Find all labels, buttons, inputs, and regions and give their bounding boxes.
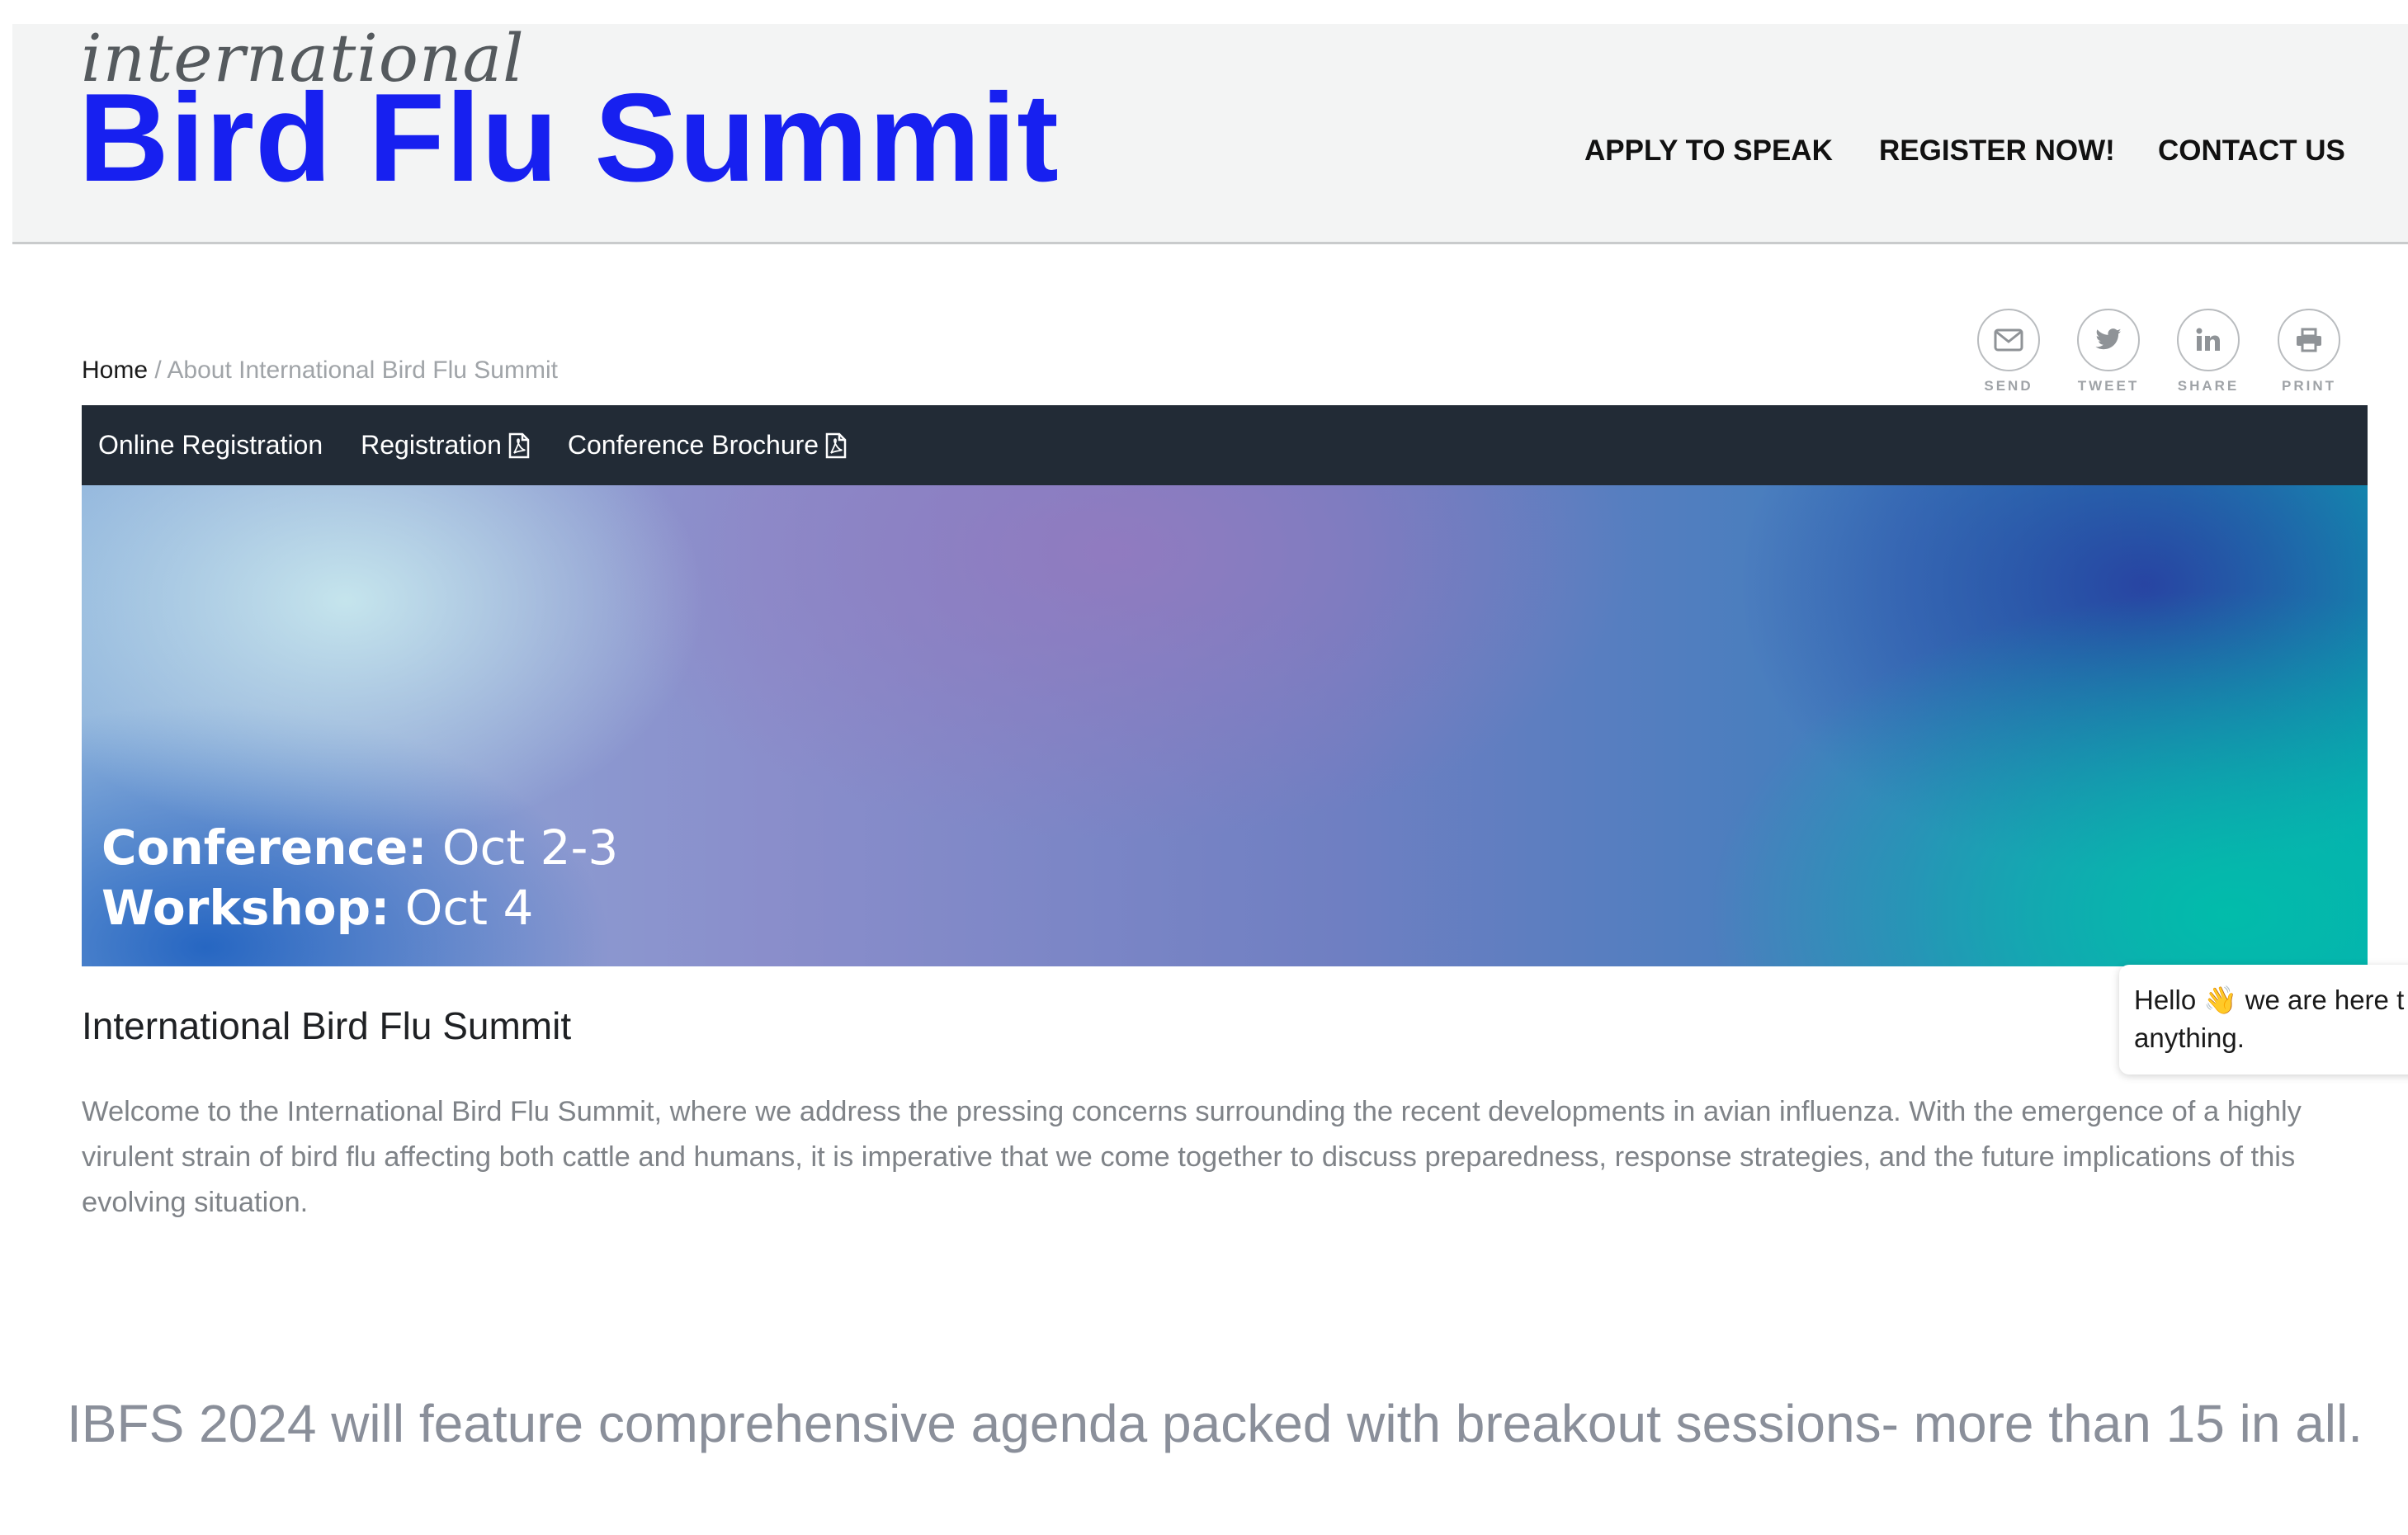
hero-workshop-dates: Workshop: Oct 4 xyxy=(102,880,533,936)
pdf-icon xyxy=(825,432,847,458)
chat-line2: anything. xyxy=(2134,1023,2245,1053)
share-tweet-button[interactable]: TWEET xyxy=(2075,309,2141,394)
envelope-icon xyxy=(1977,309,2040,371)
chat-line1-start: Hello xyxy=(2134,985,2204,1015)
subnav-conference-brochure-label: Conference Brochure xyxy=(567,430,819,460)
hero-banner: Conference: Oct 2-3 Workshop: Oct 4 xyxy=(82,485,2368,966)
subnav-online-registration-label: Online Registration xyxy=(98,430,323,460)
subnav-registration-label: Registration xyxy=(361,430,502,460)
logo-title[interactable]: Bird Flu Summit xyxy=(78,75,1060,201)
hero-workshop-label: Workshop: xyxy=(102,880,390,936)
linkedin-icon xyxy=(2177,309,2240,371)
hero-workshop-value: Oct 4 xyxy=(390,880,534,936)
share-print-label: PRINT xyxy=(2282,378,2336,394)
intro-paragraph: Welcome to the International Bird Flu Su… xyxy=(82,1096,2302,1218)
hero-conference-label: Conference: xyxy=(102,819,427,876)
subnav-conference-brochure[interactable]: Conference Brochure xyxy=(568,430,847,460)
share-print-button[interactable]: PRINT xyxy=(2276,309,2342,394)
chat-widget-bubble[interactable]: Hello 👋 we are here t anything. xyxy=(2119,965,2408,1074)
tagline: IBFS 2024 will feature comprehensive age… xyxy=(67,1394,2363,1453)
share-tweet-label: TWEET xyxy=(2077,378,2140,394)
nav-register-now[interactable]: REGISTER NOW! xyxy=(1879,135,2115,168)
page-title: International Bird Flu Summit xyxy=(82,1004,572,1047)
breadcrumb: Home / About International Bird Flu Summ… xyxy=(82,357,558,385)
breadcrumb-separator: / xyxy=(148,357,168,384)
share-linkedin-label: SHARE xyxy=(2177,378,2240,394)
printer-icon xyxy=(2278,309,2340,371)
hero-conference-value: Oct 2-3 xyxy=(427,819,619,876)
breadcrumb-current: About International Bird Flu Summit xyxy=(167,357,558,384)
twitter-icon xyxy=(2077,309,2140,371)
share-send-label: SEND xyxy=(1984,378,2033,394)
waving-hand-icon: 👋 xyxy=(2203,985,2238,1015)
subnav-registration[interactable]: Registration xyxy=(361,430,530,460)
sub-navigation: Online Registration Registration Confere… xyxy=(82,405,2368,485)
share-send-button[interactable]: SEND xyxy=(1976,309,2042,394)
subnav-online-registration[interactable]: Online Registration xyxy=(98,430,323,460)
breadcrumb-home-link[interactable]: Home xyxy=(82,357,148,384)
nav-contact-us[interactable]: CONTACT US xyxy=(2158,135,2345,168)
pdf-icon xyxy=(508,432,530,458)
hero-conference-dates: Conference: Oct 2-3 xyxy=(102,819,618,876)
chat-message: Hello 👋 we are here t anything. xyxy=(2134,981,2404,1057)
share-linkedin-button[interactable]: SHARE xyxy=(2175,309,2241,394)
site-header: international Bird Flu Summit APPLY TO S… xyxy=(12,24,2408,244)
nav-apply-to-speak[interactable]: APPLY TO SPEAK xyxy=(1584,135,1833,168)
chat-line1-end: we are here t xyxy=(2237,985,2405,1015)
